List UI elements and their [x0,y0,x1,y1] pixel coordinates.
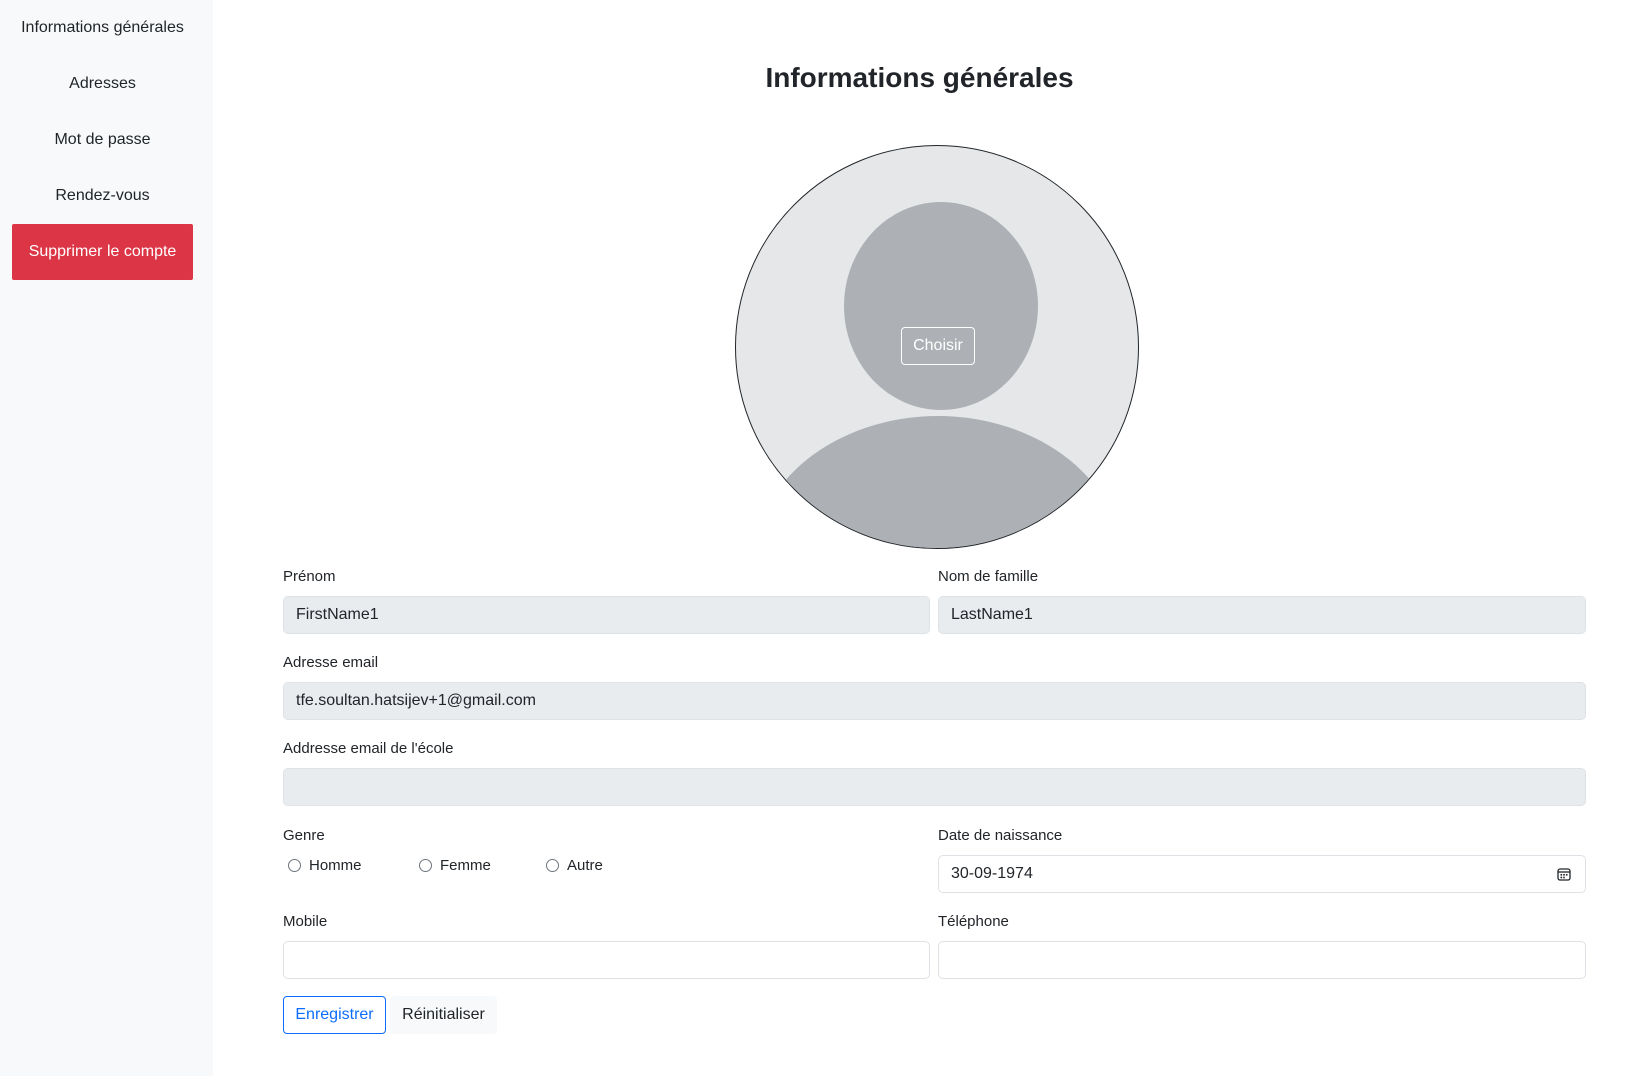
birth-date-label: Date de naissance [938,827,1063,844]
phone-field[interactable] [938,941,1586,979]
save-button[interactable]: Enregistrer [283,996,386,1034]
gender-option-female[interactable]: Femme [419,857,546,874]
school-email-field[interactable] [283,768,1586,806]
gender-option-other[interactable]: Autre [546,857,603,874]
gender-option-male[interactable]: Homme [288,857,419,874]
phone-label: Téléphone [938,913,1009,930]
sidebar-item-appointments[interactable]: Rendez-vous [12,168,193,224]
gender-radio-group: Homme Femme Autre [288,857,603,874]
avatar-head-shape [844,202,1038,410]
school-email-label: Addresse email de l'école [283,740,454,757]
sidebar-item-addresses[interactable]: Adresses [12,56,193,112]
delete-account-button[interactable]: Supprimer le compte [12,224,193,280]
last-name-field[interactable]: LastName1 [938,596,1586,634]
calendar-icon[interactable] [1557,867,1571,881]
page-title: Informations générales [765,62,1074,93]
sidebar-item-password[interactable]: Mot de passe [12,112,193,168]
avatar: Choisir [735,145,1139,549]
avatar-body-shape [752,416,1124,548]
birth-date-value: 30-09-1974 [951,865,1033,882]
radio-label: Femme [440,857,491,874]
birth-date-field[interactable]: 30-09-1974 [938,855,1586,893]
email-field[interactable]: tfe.soultan.hatsijev+1@gmail.com [283,682,1586,720]
radio-label: Homme [309,857,362,874]
reset-button[interactable]: Réinitialiser [390,996,497,1034]
email-label: Adresse email [283,654,379,671]
sidebar-item-general-info[interactable]: Informations générales [12,0,193,56]
sidebar: Informations générales Adresses Mot de p… [0,0,213,1076]
gender-label: Genre [283,827,325,844]
main-content: Informations générales Choisir Prénom Fi… [213,0,1626,1076]
radio-circle[interactable] [288,859,301,872]
radio-label: Autre [567,857,603,874]
first-name-field[interactable]: FirstName1 [283,596,930,634]
last-name-label: Nom de famille [938,568,1039,585]
radio-circle[interactable] [419,859,432,872]
radio-circle[interactable] [546,859,559,872]
mobile-field[interactable] [283,941,930,979]
first-name-label: Prénom [283,568,336,585]
mobile-label: Mobile [283,913,328,930]
choose-avatar-button[interactable]: Choisir [901,327,975,365]
